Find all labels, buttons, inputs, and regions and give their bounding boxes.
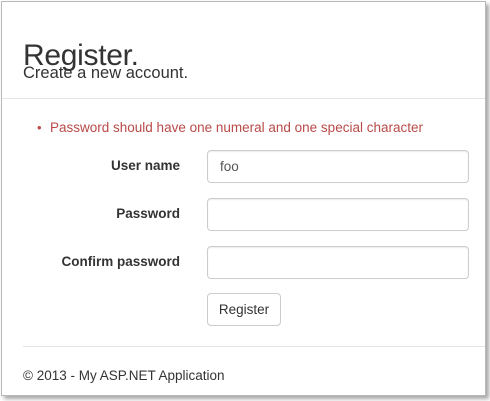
password-row: Password xyxy=(2,198,485,232)
validation-error-message: Password should have one numeral and one… xyxy=(37,120,423,135)
page-subtitle: Create a new account. xyxy=(23,64,189,82)
validation-summary: Password should have one numeral and one… xyxy=(37,120,423,135)
register-button[interactable]: Register xyxy=(207,293,281,326)
footer-divider xyxy=(23,346,485,347)
username-row: User name xyxy=(2,150,485,184)
footer-copyright: © 2013 - My ASP.NET Application xyxy=(23,368,225,383)
username-label: User name xyxy=(110,158,180,173)
header-divider xyxy=(2,98,485,99)
password-label: Password xyxy=(116,206,180,221)
confirm-password-label: Confirm password xyxy=(61,254,180,269)
browser-content-frame: Register. Create a new account. Password… xyxy=(1,1,486,396)
confirm-password-row: Confirm password xyxy=(2,246,485,280)
username-input[interactable] xyxy=(207,150,469,183)
password-input[interactable] xyxy=(207,198,469,231)
confirm-password-input[interactable] xyxy=(207,246,469,279)
